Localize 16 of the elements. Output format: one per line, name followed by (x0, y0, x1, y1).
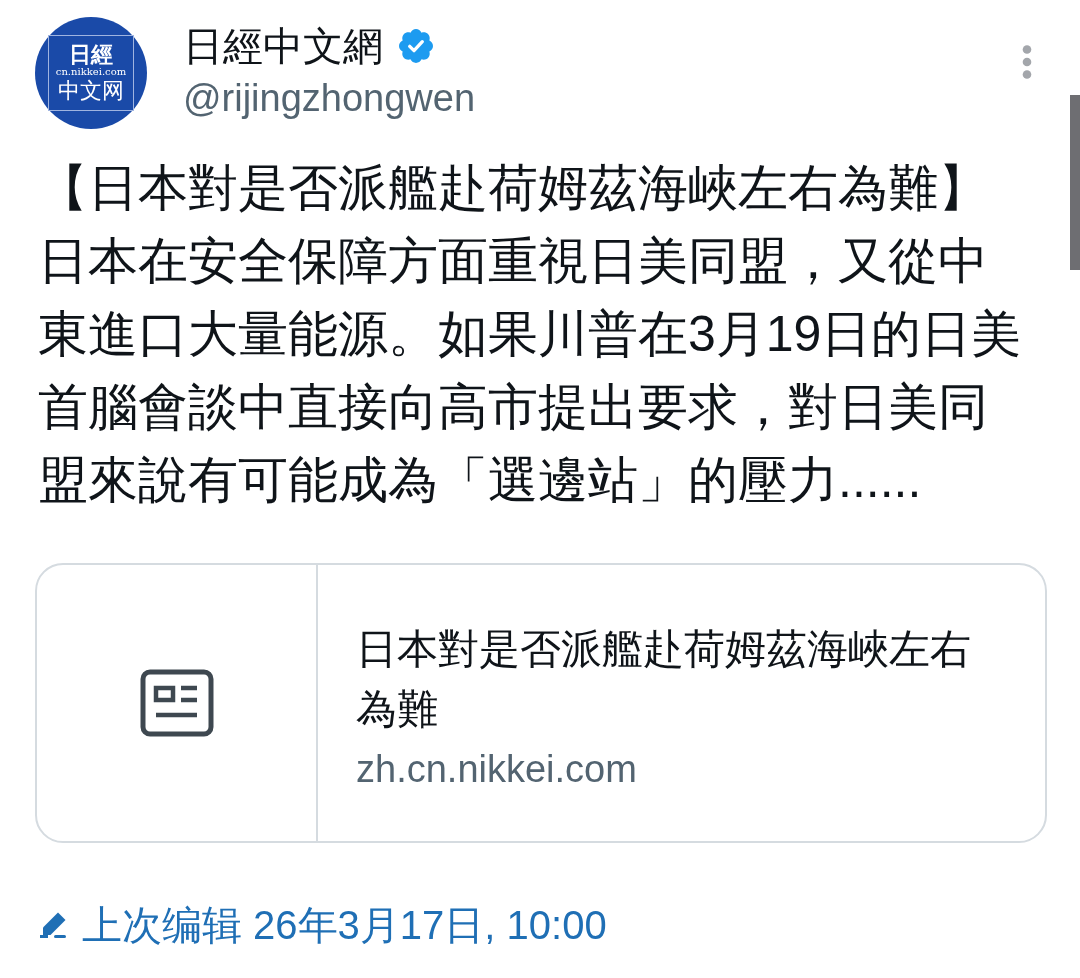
logo-title: 日經 (69, 42, 113, 66)
more-options-icon[interactable] (1022, 45, 1032, 79)
account-handle[interactable]: @rijingzhongwen (183, 76, 476, 120)
link-title: 日本對是否派艦赴荷姆茲海峽左右為難 (356, 625, 972, 734)
logo-subtitle: 中文网 (58, 78, 124, 104)
link-preview-card[interactable]: 日本對是否派艦赴荷姆茲海峽左右為難 zh.cn.nikkei.com (35, 563, 1047, 843)
article-icon (139, 669, 214, 737)
account-name[interactable]: 日經中文網 (183, 22, 383, 70)
last-edited-link[interactable]: 上次编辑 26年3月17日, 10:00 (82, 901, 607, 949)
post-headline: 【日本對是否派艦赴荷姆茲海峽左右為難】 (38, 159, 989, 218)
link-domain: zh.cn.nikkei.com (356, 747, 637, 792)
avatar-logo[interactable]: 日經 cn.nikkei.com 中文网 (35, 17, 147, 129)
scrollbar-thumb[interactable] (1070, 95, 1080, 270)
logo-url: cn.nikkei.com (55, 66, 127, 78)
pencil-icon (38, 910, 68, 940)
post-text: 日本在安全保障方面重視日美同盟，又從中東進口大量能源。如果川普在3月19日的日美首腦會談中直接向高市提出要求，對日美同盟來說有可能成為「選邊站」的壓力...... (38, 232, 1023, 510)
